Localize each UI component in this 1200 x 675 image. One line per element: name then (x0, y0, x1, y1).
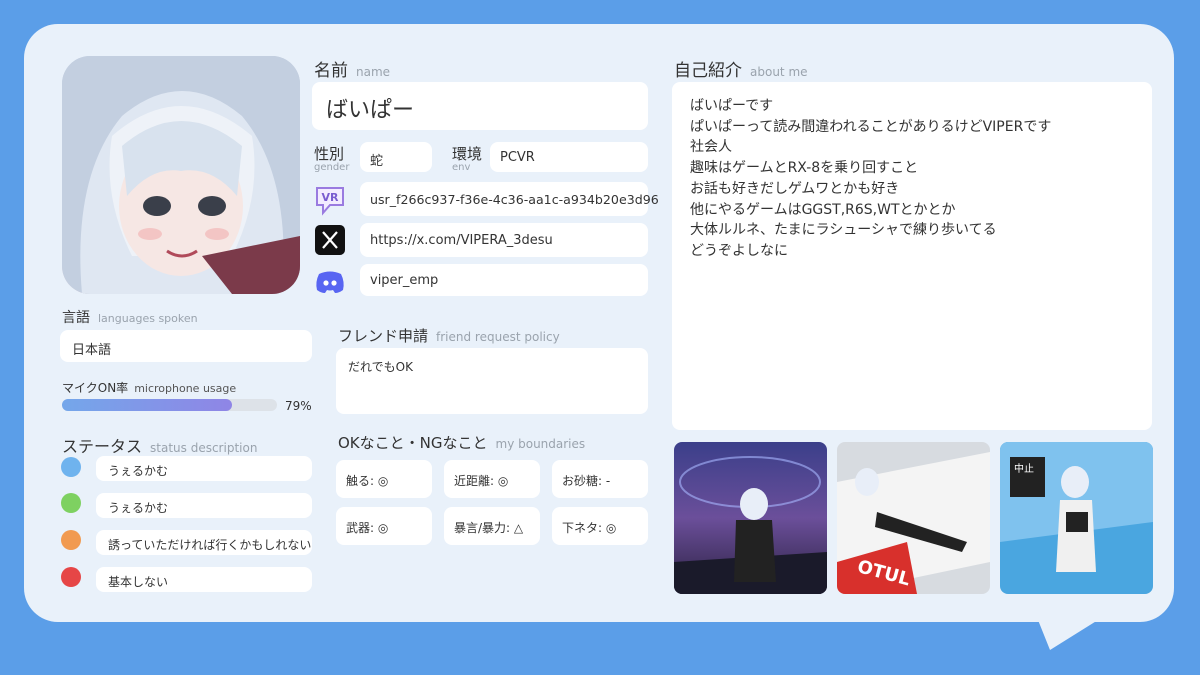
env-field: PCVR (490, 142, 648, 172)
photo-3: 中止 (1000, 442, 1153, 594)
friend-label: フレンド申請 friend request policy (338, 327, 560, 345)
photo-2: OTUL (837, 442, 990, 594)
vrchat-id-field: usr_f266c937-f36e-4c36-aa1c-a934b20e3d96 (360, 182, 659, 216)
svg-text:VR: VR (322, 191, 340, 204)
name-field: ばいぱー (312, 82, 648, 130)
language-label: 言語 languages spoken (62, 310, 198, 326)
status-item: 誘っていただければ行くかもしれない (96, 530, 312, 555)
status-dot-blue (61, 457, 81, 477)
friend-field: だれでもOK (336, 348, 648, 414)
x-url-field[interactable]: https://x.com/VIPERA_3desu (360, 223, 648, 257)
mic-bar-fill (62, 399, 232, 411)
status-item: うぇるかむ (96, 493, 312, 518)
mic-bar (62, 399, 277, 411)
status-label: ステータス status description (62, 437, 258, 456)
about-text: ばいぱーです ぱいぱーって読み間違われることがありるけどVIPERです 社会人 … (690, 98, 1052, 259)
svg-text:中止: 中止 (1014, 462, 1034, 475)
photo-1 (674, 442, 827, 594)
status-dot-green (61, 493, 81, 513)
boundary-item: 暴言/暴力: △ (444, 507, 540, 545)
about-field: ばいぱーです ぱいぱーって読み間違われることがありるけどVIPERです 社会人 … (672, 82, 1152, 430)
boundary-item: 触る: ◎ (336, 460, 432, 498)
discord-field: viper_emp (360, 264, 648, 296)
boundary-item: 近距離: ◎ (444, 460, 540, 498)
x-logo-icon (313, 223, 347, 257)
boundary-item: 武器: ◎ (336, 507, 432, 545)
avatar (62, 56, 300, 294)
language-field: 日本語 (60, 330, 312, 362)
status-item: 基本しない (96, 567, 312, 592)
mic-percent: 79% (285, 399, 312, 413)
mic-label: マイクON率 microphone usage (62, 381, 237, 395)
status-item: うぇるかむ (96, 456, 312, 481)
name-value: ばいぱー (326, 98, 415, 123)
boundaries-label: OKなこと・NGなこと my boundaries (338, 434, 586, 452)
gender-field: 蛇 (360, 142, 432, 172)
boundary-item: 下ネタ: ◎ (552, 507, 648, 545)
speech-tail (1030, 600, 1130, 650)
name-label: 名前 name (314, 61, 391, 81)
boundary-item: お砂糖: - (552, 460, 648, 498)
gender-label: 性別 gender (314, 145, 350, 173)
discord-icon (313, 264, 347, 298)
vrchat-icon: VR (313, 183, 347, 217)
about-label: 自己紹介 about me (674, 61, 808, 81)
env-label: 環境 env (452, 145, 483, 173)
status-dot-orange (61, 530, 81, 550)
status-dot-red (61, 567, 81, 587)
